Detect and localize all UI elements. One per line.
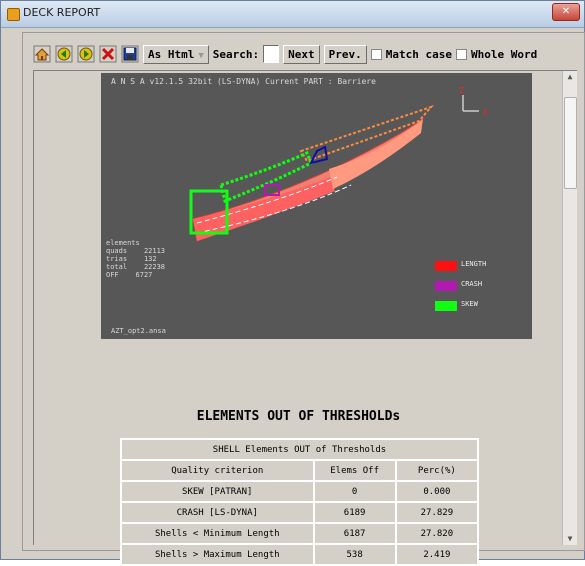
table-row: SKEW [PATRAN] 0 0.000 [120, 480, 480, 503]
legend-skew-swatch [435, 301, 457, 311]
prev-button[interactable]: Prev. [323, 44, 367, 64]
table-cell: 2.419 [394, 543, 480, 566]
next-button[interactable]: Next [283, 44, 320, 64]
back-icon[interactable] [55, 45, 73, 63]
column-header: Perc(%) [394, 459, 480, 482]
thresholds-table: SHELL Elements OUT of Thresholds Quality… [120, 438, 480, 566]
table-row: CRASH [LS-DYNA] 6189 27.829 [120, 501, 480, 524]
x-axis-label: X [483, 108, 488, 117]
legend-length-swatch [435, 261, 457, 271]
format-select[interactable]: As Html ▼ [143, 44, 209, 64]
table-cell: 27.820 [394, 522, 480, 545]
table-cell: Shells > Maximum Length [120, 543, 315, 566]
table-cell: 6189 [312, 501, 397, 524]
table-cell: SKEW [PATRAN] [120, 480, 315, 503]
close-icon[interactable] [99, 45, 117, 63]
stat-total: total 22238 [106, 263, 166, 271]
stat-quads: quads 22113 [106, 247, 166, 255]
chevron-down-icon: ▼ [198, 50, 204, 61]
stat-elements: elements [106, 239, 140, 247]
toolbar: As Html ▼ Search: Next Prev. Match case W… [33, 43, 537, 65]
forward-icon[interactable] [77, 45, 95, 63]
table-row: Shells > Maximum Length 538 2.419 [120, 543, 480, 566]
table-header-row: Quality criterion Elems Off Perc(%) [120, 459, 480, 482]
table-cell: Shells < Minimum Length [120, 522, 315, 545]
report-content: A N S A v12.1.5 32bit (LS-DYNA) Current … [33, 70, 577, 566]
table-caption: SHELL Elements OUT of Thresholds [120, 438, 479, 461]
table-cell: CRASH [LS-DYNA] [120, 501, 315, 524]
match-case-checkbox[interactable] [370, 48, 382, 60]
stat-off: OFF 6727 [106, 271, 153, 279]
axis-triad: Z X [459, 86, 488, 117]
table-cell: 0 [312, 480, 397, 503]
whole-word-checkbox[interactable] [456, 48, 467, 60]
table-cell: 0.000 [394, 480, 480, 503]
title-bar: DECK REPORT ✕ [1, 1, 584, 28]
whole-word-label: Whole Word [471, 47, 538, 61]
legend-crash-swatch [435, 281, 457, 291]
window-close-button[interactable]: ✕ [552, 3, 580, 21]
scroll-thumb[interactable] [564, 97, 577, 189]
model-screenshot: A N S A v12.1.5 32bit (LS-DYNA) Current … [101, 73, 532, 339]
scroll-up-icon[interactable]: ▲ [564, 71, 576, 83]
scroll-down-icon[interactable]: ▼ [564, 533, 576, 545]
search-input[interactable] [263, 45, 280, 63]
app-icon [7, 8, 20, 21]
z-axis-label: Z [459, 86, 464, 95]
column-header: Elems Off [312, 459, 397, 482]
home-icon[interactable] [33, 45, 51, 63]
vertical-scrollbar[interactable]: ▲ ▼ [562, 71, 577, 545]
table-cell: 27.829 [394, 501, 480, 524]
section-title: ELEMENTS OUT OF THRESHOLDs [196, 409, 401, 424]
viewport-file-name: AZT_opt2.ansa [111, 327, 166, 335]
table-cell: 6187 [312, 522, 397, 545]
stat-trias: trias 132 [106, 255, 157, 263]
table-caption-row: SHELL Elements OUT of Thresholds [120, 438, 479, 461]
save-icon[interactable] [121, 45, 139, 63]
viewport-stats: elements quads 22113 trias 132 total 222… [106, 239, 165, 279]
report-frame: As Html ▼ Search: Next Prev. Match case W… [22, 32, 585, 566]
table-cell: 538 [312, 543, 397, 566]
deck-report-window: DECK REPORT ✕ As Html ▼ Search: Next Pre… [0, 0, 585, 566]
window-title: DECK REPORT [23, 6, 101, 19]
table-row: Shells < Minimum Length 6187 27.820 [120, 522, 480, 545]
search-label: Search: [212, 47, 260, 61]
column-header: Quality criterion [120, 459, 315, 482]
match-case-label: Match case [385, 47, 452, 61]
